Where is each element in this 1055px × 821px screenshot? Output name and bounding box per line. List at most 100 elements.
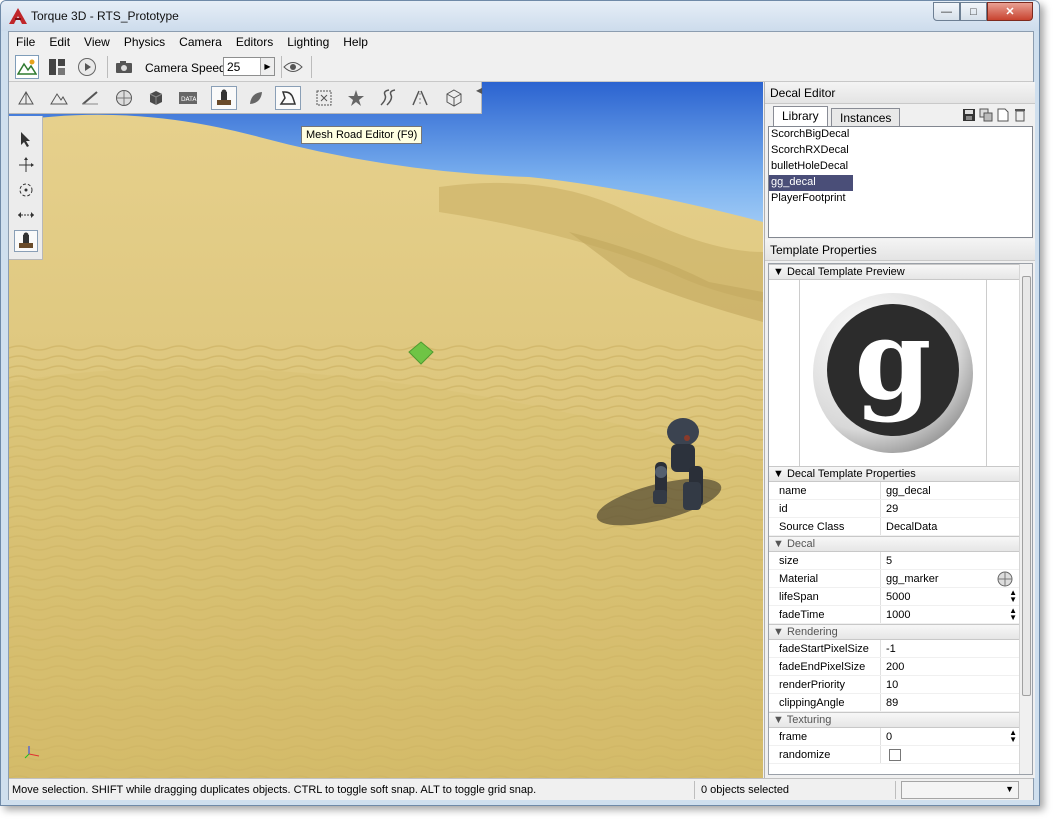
- camera-button[interactable]: [113, 55, 137, 79]
- list-item[interactable]: PlayerFootprint: [769, 191, 853, 207]
- terrain-editor-button[interactable]: [46, 86, 72, 110]
- road-editor-button[interactable]: [407, 86, 433, 110]
- prop-row-id: id 29: [769, 500, 1019, 518]
- prop-value: 29: [886, 503, 899, 515]
- prop-value[interactable]: 5: [881, 552, 1019, 569]
- shape-editor-button[interactable]: [441, 86, 467, 110]
- spinner-arrows-icon[interactable]: ▲ ▼: [1009, 607, 1017, 622]
- river-icon: [380, 89, 396, 106]
- save-icon[interactable]: [962, 108, 976, 122]
- prop-value-frame[interactable]: 0 ▲ ▼: [881, 728, 1019, 745]
- menu-file[interactable]: File: [9, 32, 42, 52]
- menu-help[interactable]: Help: [336, 32, 375, 52]
- properties-scrollbar[interactable]: [1019, 264, 1032, 774]
- camera-speed-input[interactable]: 25 ▶: [223, 57, 275, 76]
- randomize-checkbox[interactable]: [889, 749, 901, 761]
- material-editor-button[interactable]: [111, 86, 137, 110]
- material-globe-icon[interactable]: [997, 571, 1013, 587]
- decal-stamp-tool-button[interactable]: [14, 230, 38, 252]
- tab-library[interactable]: Library: [773, 106, 828, 127]
- menu-editors[interactable]: Editors: [229, 32, 280, 52]
- prop-value[interactable]: 89: [881, 694, 1019, 711]
- decal-editor-button[interactable]: [211, 86, 237, 110]
- list-item[interactable]: ScorchRXDecal: [769, 143, 853, 159]
- client-area: File Edit View Physics Camera Editors Li…: [8, 31, 1035, 800]
- list-item-selected[interactable]: gg_decal: [769, 175, 853, 191]
- prop-label: Source Class: [769, 518, 881, 535]
- prop-value-lifespan[interactable]: 5000 ▲ ▼: [881, 588, 1019, 605]
- 3d-viewport[interactable]: DATA ◀ Mesh Road Editor (F9): [9, 82, 763, 778]
- maximize-button[interactable]: □: [960, 2, 987, 21]
- decal-library-list: ScorchBigDecal ScorchRXDecal bulletHoleD…: [768, 126, 1033, 238]
- visibility-button[interactable]: [281, 55, 305, 79]
- prop-row-material: Material gg_marker: [769, 570, 1019, 588]
- new-file-icon[interactable]: [996, 108, 1010, 122]
- prop-value[interactable]: gg_decal: [881, 482, 1019, 499]
- move-tool-button[interactable]: [14, 154, 38, 176]
- scale-tool-button[interactable]: [14, 204, 38, 226]
- close-button[interactable]: ✕: [987, 2, 1033, 21]
- prop-label: size: [769, 552, 881, 569]
- scrollbar-thumb[interactable]: [1022, 276, 1031, 696]
- play-game-button[interactable]: [75, 55, 99, 79]
- terrain-painter-button[interactable]: [77, 86, 103, 110]
- prop-label: fadeTime: [769, 606, 881, 623]
- status-bar: Move selection. SHIFT while dragging dup…: [9, 778, 1033, 800]
- prop-label: clippingAngle: [769, 694, 881, 711]
- terrain-painter-icon: [82, 91, 98, 105]
- decal-editor-title: Decal Editor: [765, 82, 1035, 104]
- forest-editor-button[interactable]: [243, 86, 269, 110]
- particle-icon: [348, 90, 364, 106]
- particle-editor-button[interactable]: [343, 86, 369, 110]
- object-editor-button[interactable]: [13, 86, 39, 110]
- sketch-tool-button[interactable]: [143, 86, 169, 110]
- prop-row-size: size 5: [769, 552, 1019, 570]
- river-editor-button[interactable]: [375, 86, 401, 110]
- prop-value-fadetime[interactable]: 1000 ▲ ▼: [881, 606, 1019, 623]
- spinner-arrows-icon[interactable]: ▲ ▼: [1009, 729, 1017, 744]
- section-rendering[interactable]: ▼ Rendering: [769, 624, 1019, 640]
- collapse-arrow-icon: ▼: [773, 468, 784, 480]
- rotate-tool-button[interactable]: [14, 179, 38, 201]
- menu-physics[interactable]: Physics: [117, 32, 172, 52]
- delete-icon[interactable]: [1013, 108, 1027, 122]
- list-item[interactable]: ScorchBigDecal: [769, 127, 853, 143]
- section-texturing-label: Texturing: [786, 714, 832, 726]
- copy-icon[interactable]: [979, 108, 993, 122]
- section-decal-label: Decal: [786, 538, 816, 550]
- world-editor-button[interactable]: [15, 55, 39, 79]
- select-arrow-button[interactable]: [14, 128, 38, 150]
- convex-editor-button[interactable]: [311, 86, 337, 110]
- mesh-road-editor-button[interactable]: [275, 86, 301, 110]
- spinner-arrows-icon[interactable]: ▲ ▼: [1009, 589, 1017, 604]
- prop-label: Material: [769, 570, 881, 587]
- main-toolbar: Camera Speed 25 ▶: [9, 52, 1033, 82]
- editor-tools-toolbar: DATA ◀: [9, 82, 482, 114]
- speed-right-arrow-icon[interactable]: ▶: [260, 58, 274, 75]
- terrain-scene: [9, 82, 763, 778]
- section-texturing[interactable]: ▼ Texturing: [769, 712, 1019, 728]
- decal-editor-panel: Decal Editor Library Instances ScorchBig…: [764, 82, 1035, 778]
- world-editor-icon: [17, 59, 37, 75]
- status-dropdown[interactable]: ▼: [901, 781, 1019, 799]
- menu-lighting[interactable]: Lighting: [280, 32, 336, 52]
- play-icon: [78, 58, 96, 76]
- menu-edit[interactable]: Edit: [42, 32, 77, 52]
- road-icon: [412, 90, 428, 106]
- list-item[interactable]: bulletHoleDecal: [769, 159, 853, 175]
- menu-camera[interactable]: Camera: [172, 32, 229, 52]
- section-decal[interactable]: ▼ Decal: [769, 536, 1019, 552]
- prop-value[interactable]: -1: [881, 640, 1019, 657]
- minimize-button[interactable]: —: [933, 2, 960, 21]
- menu-view[interactable]: View: [77, 32, 117, 52]
- tab-instances[interactable]: Instances: [831, 108, 901, 127]
- prop-value[interactable]: 10: [881, 676, 1019, 693]
- prop-value-material[interactable]: gg_marker: [881, 570, 1019, 587]
- prop-row-fadeend: fadeEndPixelSize 200: [769, 658, 1019, 676]
- section-template-properties[interactable]: ▼ Decal Template Properties: [769, 466, 1019, 482]
- datablock-editor-button[interactable]: DATA: [175, 86, 201, 110]
- gui-editor-button[interactable]: [45, 55, 69, 79]
- section-preview[interactable]: ▼ Decal Template Preview: [769, 264, 1019, 280]
- prop-value[interactable]: 200: [881, 658, 1019, 675]
- collapse-toolbar-icon[interactable]: ◀: [476, 86, 482, 110]
